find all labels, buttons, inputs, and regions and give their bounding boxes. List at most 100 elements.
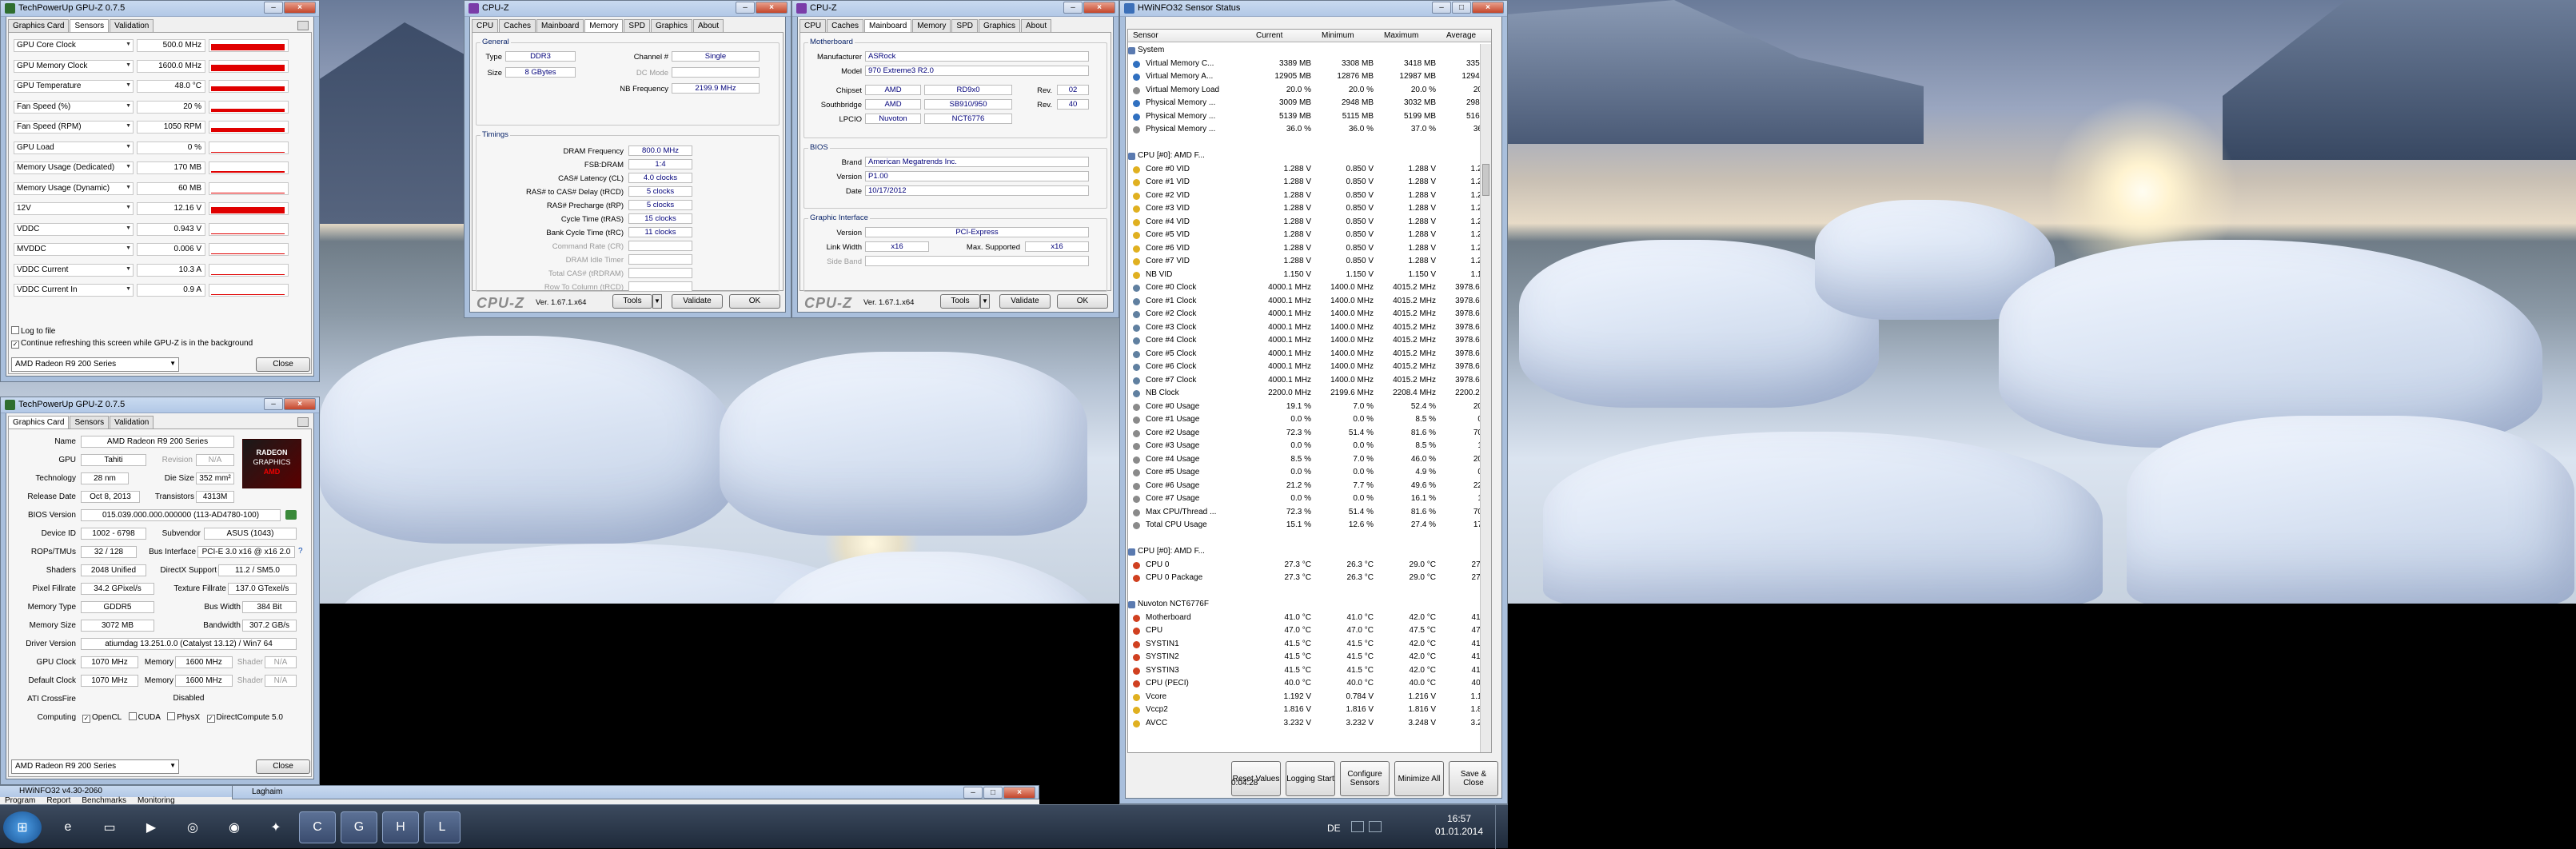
table-row[interactable]: Core #5 VID1.288 V0.850 V1.288 V1.284 V [1128,229,1491,242]
table-row[interactable]: Core #6 Usage21.2 %7.7 %49.6 %22.0 % [1128,480,1491,493]
sensor-group[interactable]: CPU [#0]: AMD F... [1128,149,1480,163]
tab-caches[interactable]: Caches [499,19,536,32]
help-icon[interactable]: ? [298,547,303,556]
ok-button[interactable]: OK [1057,294,1108,309]
table-row[interactable]: Max CPU/Thread ...72.3 %51.4 %81.6 %70.2… [1128,506,1491,520]
table-row[interactable]: CPU (PECI)40.0 °C40.0 °C40.0 °C40.0 °C [1128,677,1491,691]
configure-sensors-button[interactable]: Configure Sensors [1340,761,1390,796]
title-bar[interactable]: CPU-Z – × [465,1,791,17]
table-row[interactable]: Core #1 VID1.288 V0.850 V1.288 V1.284 V [1128,176,1491,189]
tools-button[interactable]: Tools [612,294,652,309]
table-row[interactable]: Core #0 Clock 4000.1 MHz 1400.0 MHz 4015.2 … [1128,281,1491,295]
table-row[interactable]: NB VID1.150 V1.150 V1.150 V1.150 V [1128,269,1491,282]
minimize-button[interactable]: – [1063,2,1083,14]
table-row[interactable]: Core #3 Clock 4000.1 MHz 1400.0 MHz 4015.2 … [1128,321,1491,335]
table-row[interactable]: Virtual Memory A... 12905 MB 12876 MB 12987… [1128,70,1491,84]
sensor-group[interactable]: System [1128,44,1480,58]
table-row[interactable]: Physical Memory ...36.0 %36.0 %37.0 %36.… [1128,123,1491,137]
tab-memory[interactable]: Memory [584,19,624,33]
sensor-group[interactable]: Nuvoton NCT6776F [1128,598,1480,612]
table-row[interactable]: Vcore1.192 V0.784 V1.216 V1.192 V [1128,691,1491,704]
tab-spd[interactable]: SPD [624,19,650,32]
close-window-button[interactable]: × [756,2,788,14]
close-button[interactable]: Close [256,759,310,774]
table-row[interactable]: SYSTIN241.5 °C41.5 °C42.0 °C41.5 °C [1128,651,1491,664]
table-row[interactable]: Core #4 Usage8.5 %7.0 %46.0 %20.3 % [1128,453,1491,467]
table-row[interactable]: Core #5 Clock 4000.1 MHz 1400.0 MHz 4015.2 … [1128,348,1491,361]
tab-validation[interactable]: Validation [110,19,154,32]
tab-mainboard[interactable]: Mainboard [536,19,584,32]
clock[interactable]: 16:57 01.01.2014 [1431,812,1487,838]
sensor-select[interactable]: GPU Memory Clock [14,59,134,73]
title-bar[interactable]: TechPowerUp GPU-Z 0.7.5 – × [1,1,319,17]
table-row[interactable]: Vccp21.816 V1.816 V1.816 V1.816 V [1128,704,1491,717]
start-button[interactable]: ⊞ [3,811,42,843]
chevron-down-icon[interactable]: ▼ [980,294,990,309]
table-row[interactable]: Core #2 Usage72.3 %51.4 %81.6 %70.2 % [1128,427,1491,440]
table-row[interactable]: Core #6 Clock 4000.1 MHz 1400.0 MHz 4015.2 … [1128,361,1491,374]
sensor-select[interactable]: Fan Speed (RPM) [14,121,134,134]
firefox-icon[interactable]: ✦ [257,811,294,843]
tab-cpu[interactable]: CPU [472,19,499,32]
table-row[interactable]: AVCC3.232 V3.232 V3.248 V3.232 V [1128,717,1491,731]
tab-about[interactable]: About [693,19,724,32]
minimize-all-button[interactable]: Minimize All [1394,761,1444,796]
table-row[interactable]: CPU 0 Package27.3 °C26.3 °C29.0 °C27.5 °… [1128,572,1491,585]
ok-button[interactable]: OK [729,294,780,309]
logging-start-button[interactable]: Logging Start [1286,761,1335,796]
save-bios-icon[interactable] [285,510,297,520]
maximize-button[interactable]: □ [983,787,1003,799]
tab-graphics[interactable]: Graphics [650,19,692,32]
column-average[interactable]: Average [1446,31,1476,40]
steam-icon[interactable]: ◎ [174,811,211,843]
tab-sensors[interactable]: Sensors [70,416,110,428]
minimize-button[interactable]: – [1432,2,1451,14]
sensor-select[interactable]: VDDC Current [14,263,134,277]
cpuz-task-icon[interactable]: C [299,811,336,843]
sensor-select[interactable]: VDDC Current In [14,284,134,297]
sensor-select[interactable]: 12V [14,202,134,215]
column-sensor[interactable]: Sensor [1133,31,1158,40]
table-row[interactable]: Core #6 VID1.288 V0.850 V1.288 V1.284 V [1128,242,1491,256]
language-indicator[interactable]: DE [1327,823,1341,834]
show-desktop-button[interactable] [1495,805,1508,849]
table-row[interactable]: Motherboard41.0 °C41.0 °C42.0 °C41.0 °C [1128,612,1491,625]
volume-icon[interactable] [1369,821,1382,832]
sensor-select[interactable]: GPU Load [14,141,134,154]
save-close-button[interactable]: Save & Close [1449,761,1498,796]
tab-graphics[interactable]: Graphics [978,19,1020,32]
table-row[interactable]: NB Clock 2200.0 MHz 2199.6 MHz 2208.4 MHz 22… [1128,387,1491,401]
vertical-scrollbar[interactable] [1480,44,1491,752]
log-to-file-checkbox[interactable]: Log to file [11,326,55,336]
column-minimum[interactable]: Minimum [1322,31,1354,40]
tab-graphics-card[interactable]: Graphics Card [8,416,70,429]
chrome-icon[interactable]: ◉ [216,811,253,843]
table-row[interactable]: Physical Memory ... 5139 MB 5115 MB 5199 MB… [1128,110,1491,124]
sensor-select[interactable]: GPU Temperature [14,80,134,93]
table-row[interactable]: SYSTIN341.5 °C41.5 °C42.0 °C41.5 °C [1128,664,1491,678]
sensor-select[interactable]: Memory Usage (Dedicated) [14,161,134,174]
close-window-button[interactable]: × [1472,2,1504,14]
tab-validation[interactable]: Validation [110,416,154,428]
ie-icon[interactable]: e [50,811,86,843]
close-button[interactable]: Close [256,357,310,372]
table-row[interactable]: CPU 027.3 °C26.3 °C29.0 °C27.5 °C [1128,559,1491,572]
table-row[interactable]: Core #7 Clock 4000.1 MHz 1400.0 MHz 4015.2 … [1128,374,1491,388]
table-row[interactable]: CPU47.0 °C47.0 °C47.5 °C47.0 °C [1128,624,1491,638]
tab-memory[interactable]: Memory [912,19,951,32]
sensor-group[interactable]: CPU [#0]: AMD F... [1128,545,1480,559]
tools-button[interactable]: Tools [940,294,980,309]
tab-about[interactable]: About [1021,19,1052,32]
table-row[interactable]: Core #1 Usage0.0 %0.0 %8.5 %0.9 % [1128,413,1491,427]
close-window-button[interactable]: × [1003,787,1035,799]
sensor-select[interactable]: Fan Speed (%) [14,100,134,114]
table-row[interactable]: Core #4 VID1.288 V0.850 V1.288 V1.284 V [1128,216,1491,229]
table-row[interactable]: SYSTIN141.5 °C41.5 °C42.0 °C41.5 °C [1128,638,1491,652]
chevron-down-icon[interactable]: ▼ [652,294,662,309]
tab-sensors[interactable]: Sensors [70,19,110,33]
media-player-icon[interactable]: ▶ [133,811,169,843]
sensor-select[interactable]: VDDC [14,222,134,236]
table-row[interactable]: Total CPU Usage15.1 %12.6 %27.4 %17.0 % [1128,519,1491,532]
title-bar[interactable]: HWiNFO32 Sensor Status – □ × [1120,1,1507,17]
network-icon[interactable] [1351,821,1364,832]
